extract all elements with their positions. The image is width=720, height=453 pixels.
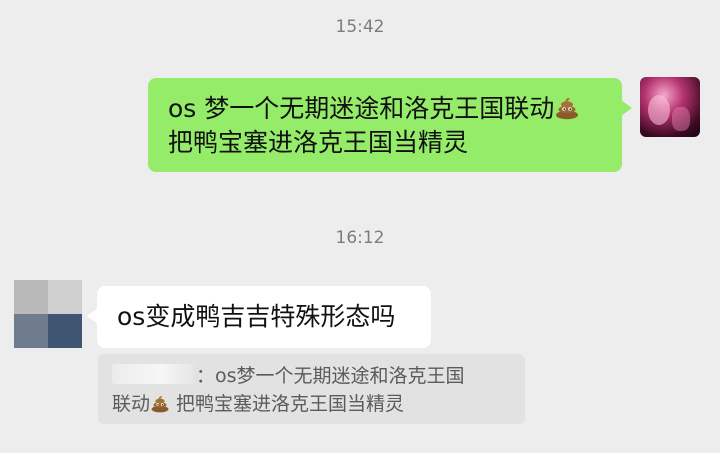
- quote-text: os梦一个无期迷途和洛克王国: [215, 365, 465, 387]
- timestamp: 15:42: [335, 17, 385, 37]
- quote-text: 把鸭宝塞进洛克王国当精灵: [169, 393, 404, 415]
- quote-line: 联动 把鸭宝塞进洛克王国当精灵: [112, 390, 513, 418]
- message-text: 把鸭宝塞进洛克王国当精灵: [168, 128, 469, 157]
- quote-separator: ：: [196, 365, 216, 387]
- poop-icon: [150, 393, 170, 414]
- outgoing-message-bubble[interactable]: os 梦一个无期迷途和洛克王国联动 把鸭宝塞进洛克王国当精灵: [148, 78, 632, 172]
- self-avatar[interactable]: [640, 77, 700, 137]
- message-text-line: os 梦一个无期迷途和洛克王国联动: [168, 92, 604, 126]
- incoming-message-bubble[interactable]: os变成鸭吉吉特殊形态吗: [87, 286, 431, 348]
- message-text: os 梦一个无期迷途和洛克王国联动: [168, 94, 555, 123]
- quote-sender-name-redacted: [112, 364, 194, 384]
- quote-text: 联动: [112, 393, 151, 415]
- quote-line: ：os梦一个无期迷途和洛克王国: [112, 362, 513, 390]
- message-text-line: 把鸭宝塞进洛克王国当精灵: [168, 126, 604, 160]
- poop-icon: [554, 94, 580, 121]
- quoted-reply[interactable]: ：os梦一个无期迷途和洛克王国 联动 把鸭宝塞进洛克王国当精灵: [98, 354, 525, 424]
- message-text: os变成鸭吉吉特殊形态吗: [117, 302, 396, 331]
- timestamp: 16:12: [335, 228, 385, 248]
- contact-avatar[interactable]: [14, 280, 82, 348]
